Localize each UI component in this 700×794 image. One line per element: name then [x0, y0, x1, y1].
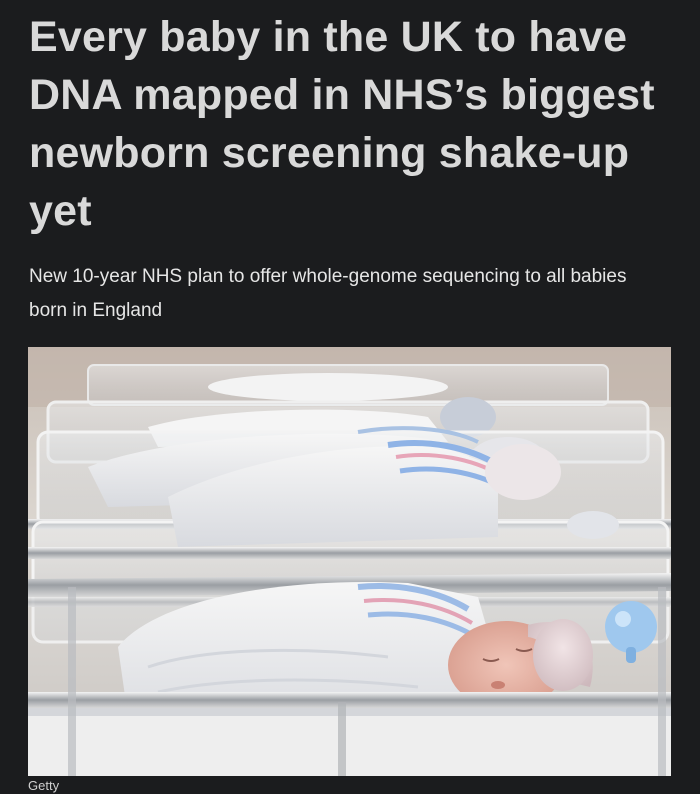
article-standfirst: New 10-year NHS plan to offer whole-geno…: [29, 266, 627, 321]
article: Every baby in the UK to have DNA mapped …: [0, 0, 700, 793]
article-headline: Every baby in the UK to have DNA mapped …: [29, 13, 655, 235]
article-photo: [28, 347, 671, 776]
image-credit: Getty: [28, 778, 60, 793]
